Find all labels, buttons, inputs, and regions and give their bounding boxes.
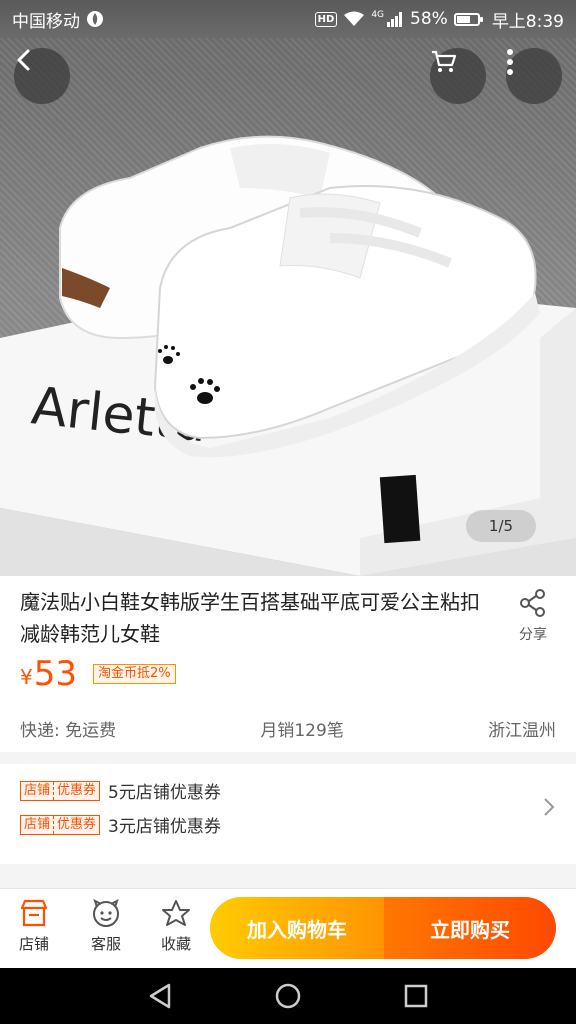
section-divider [0, 864, 576, 888]
nav-recents-button[interactable] [398, 978, 434, 1014]
square-recents-icon [404, 984, 428, 1008]
chevron-left-icon [17, 49, 30, 71]
signal-icon [387, 12, 403, 27]
shop-icon [20, 899, 48, 927]
monthly-sales: 月销129笔 [260, 720, 344, 741]
coupon-text: 5元店铺优惠券 [108, 783, 221, 803]
product-photo: Arletta [0, 135, 576, 576]
network-type: 4G [371, 10, 385, 20]
battery-percent: 58% [410, 9, 448, 29]
nav-back-button[interactable] [142, 978, 178, 1014]
wifi-icon [344, 11, 365, 26]
shipping-info-row: 快递: 免运费 月销129笔 浙江温州 [0, 704, 576, 752]
back-button[interactable] [14, 48, 70, 104]
customer-service-label: 客服 [90, 935, 121, 953]
share-icon [520, 589, 545, 617]
coin-discount-tag: 淘金币抵2% [93, 664, 176, 684]
coupon-item[interactable]: 店铺 优惠券 3元店铺优惠券 [20, 812, 221, 837]
triangle-back-icon [149, 983, 171, 1009]
cart-button[interactable] [430, 48, 486, 104]
clock: 早上8:39 [491, 11, 564, 32]
section-divider [0, 752, 576, 764]
product-price: 53 [33, 654, 77, 694]
system-navigation-bar [0, 968, 576, 1024]
customer-service-button[interactable]: 客服 [80, 899, 132, 954]
coupon-tag: 店铺 优惠券 [20, 780, 101, 801]
more-vertical-icon [507, 49, 513, 75]
share-button[interactable]: 分享 [508, 588, 558, 644]
coupon-text: 3元店铺优惠券 [108, 817, 221, 837]
ship-from-location: 浙江温州 [488, 720, 556, 741]
box-label [379, 474, 421, 544]
carrier-signal-icon [87, 11, 103, 27]
product-title: 魔法贴小白鞋女韩版学生百搭基础平底可爱公主粘扣减龄韩范儿女鞋 [20, 590, 480, 646]
gallery-page-indicator: 1/5 [466, 510, 536, 542]
coupon-section[interactable]: 店铺 优惠券 5元店铺优惠券 店铺 优惠券 3元店铺优惠券 [0, 764, 576, 864]
shop-button[interactable]: 店铺 [8, 899, 60, 954]
delivery-fee: 快递: 免运费 [20, 720, 117, 741]
carrier-name: 中国移动 [12, 11, 80, 32]
buy-now-button[interactable]: 立即购买 [384, 897, 556, 959]
more-options-button[interactable] [506, 48, 562, 104]
price-row: ¥ 53 淘金币抵2% [20, 654, 176, 694]
customer-service-icon [93, 899, 119, 927]
add-to-cart-button[interactable]: 加入购物车 [210, 897, 384, 959]
favorite-button[interactable]: 收藏 [150, 899, 202, 954]
product-info: 魔法贴小白鞋女韩版学生百搭基础平底可爱公主粘扣减龄韩范儿女鞋 分享 ¥ 53 淘… [0, 576, 576, 704]
coupon-item[interactable]: 店铺 优惠券 5元店铺优惠券 [20, 778, 221, 803]
favorite-label: 收藏 [160, 935, 191, 953]
chevron-right-icon [544, 798, 555, 816]
hd-badge: HD [314, 11, 338, 27]
star-icon [162, 900, 190, 926]
share-label: 分享 [519, 627, 547, 643]
battery-icon [453, 12, 483, 26]
coupon-tag: 店铺 优惠券 [20, 814, 101, 835]
product-image-gallery[interactable]: Arletta 1/5 [0, 38, 576, 576]
currency-symbol: ¥ [20, 665, 33, 689]
circle-home-icon [275, 983, 301, 1009]
shopping-cart-icon [432, 50, 457, 72]
shop-label: 店铺 [18, 935, 49, 953]
status-bar: 中国移动 HD 4G 58% 早上8:39 [0, 0, 576, 38]
bottom-action-bar: 店铺 客服 收藏 加入购物车 立即购买 [0, 888, 576, 968]
nav-home-button[interactable] [270, 978, 306, 1014]
